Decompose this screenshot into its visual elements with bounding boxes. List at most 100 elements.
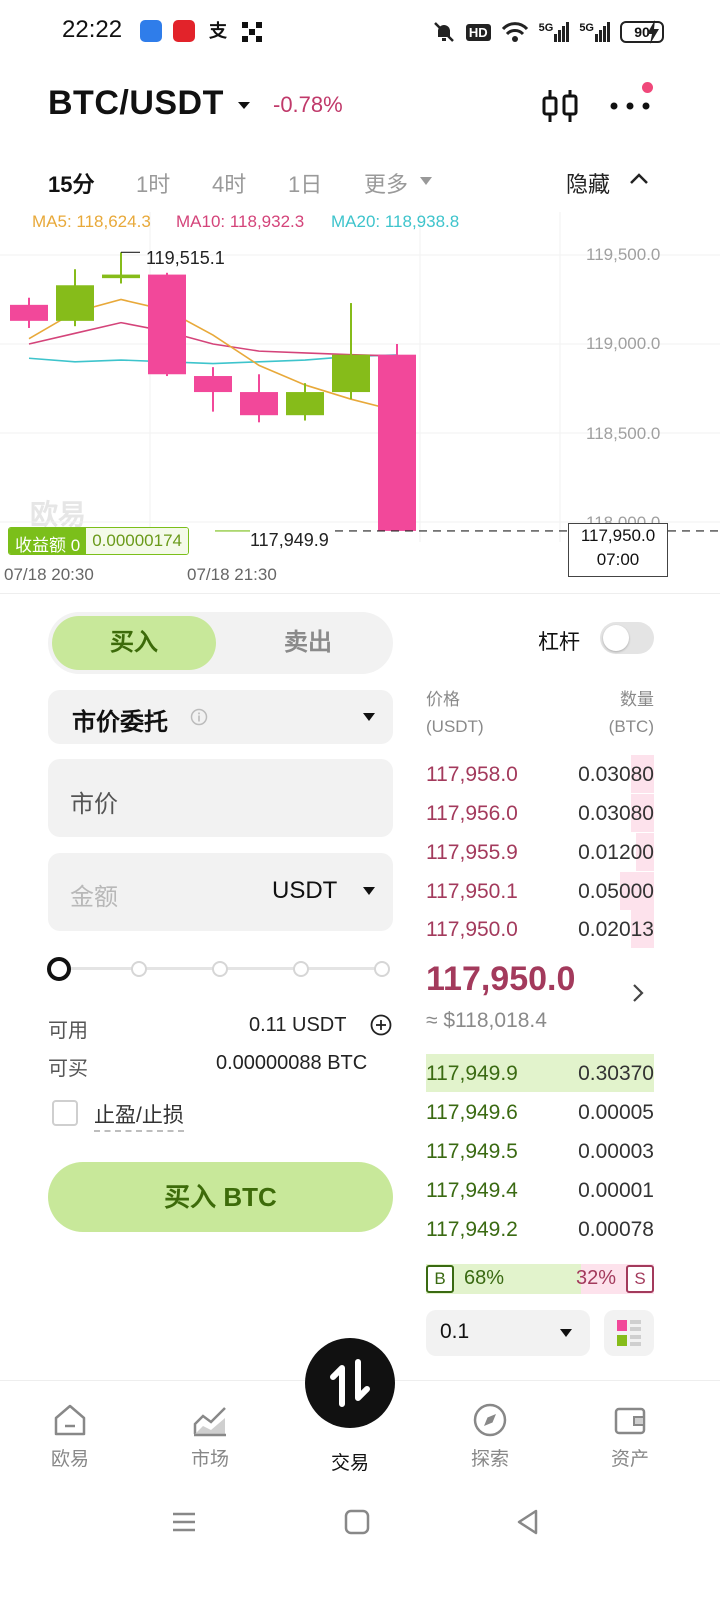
y-tick-label: 119,000.0 [586, 334, 661, 353]
bid-row[interactable]: 117,949.6 0.00005 [426, 1093, 654, 1131]
bid-price: 117,949.6 [426, 1101, 518, 1124]
mute-bell-icon [433, 22, 454, 42]
depth-step-value: 0.1 [440, 1320, 470, 1343]
nav-item-assets[interactable]: 资产 [580, 1400, 680, 1471]
tpsl-label[interactable]: 止盈/止损 [94, 1099, 184, 1132]
candlestick-chart-icon[interactable] [540, 88, 580, 124]
order-type-caret-icon[interactable] [363, 713, 375, 721]
nav-item-market[interactable]: 市场 [160, 1400, 260, 1471]
tab-more[interactable]: 更多 [364, 167, 408, 199]
trade-fab-button[interactable] [305, 1338, 395, 1428]
sell-ratio-percent: 32% [575, 1267, 616, 1289]
nav-item-okx[interactable]: 欧易 [20, 1400, 120, 1471]
info-icon[interactable] [190, 708, 208, 726]
ask-row[interactable]: 117,950.0 0.02013 [426, 910, 654, 948]
hd-badge: HD [465, 23, 491, 41]
tab-4h[interactable]: 4时 [212, 167, 246, 199]
status-bar: 22:22 支 HD 5G 5G 90 [0, 0, 720, 66]
wallet-icon [614, 1407, 646, 1435]
tab-1d[interactable]: 1日 [288, 167, 322, 199]
candle-down [148, 274, 186, 375]
bid-qty: 0.00005 [578, 1101, 654, 1124]
bid-row[interactable]: 117,949.4 0.00001 [426, 1171, 654, 1209]
chevron-right-icon[interactable] [630, 982, 646, 1004]
amount-slider-handle[interactable] [47, 957, 71, 981]
ask-price: 117,958.0 [426, 763, 518, 786]
tpsl-checkbox[interactable] [52, 1100, 78, 1126]
leverage-switch-knob[interactable] [603, 625, 629, 651]
ask-row[interactable]: 117,950.1 0.05000 [426, 872, 654, 910]
ask-qty: 0.01200 [578, 841, 654, 864]
slider-step-50[interactable] [212, 961, 228, 977]
swap-arrows-icon [330, 1359, 370, 1407]
home-icon [54, 1404, 86, 1436]
tab-1h[interactable]: 1时 [136, 167, 170, 199]
buy-ratio-percent: 68% [464, 1267, 505, 1289]
signal-5g-2: 5G [579, 22, 610, 42]
nav-item-explore[interactable]: 探索 [440, 1400, 540, 1471]
orderbook-layout-button[interactable] [604, 1310, 654, 1356]
price-field-label: 市价 [70, 791, 118, 818]
system-back-icon[interactable] [514, 1508, 542, 1536]
high-price-label: 119,515.1 [146, 248, 225, 268]
nav-label: 市场 [190, 1449, 229, 1470]
amount-unit-select[interactable]: USDT [272, 877, 337, 905]
market-chart-icon [193, 1407, 226, 1437]
buy-btc-button[interactable]: 买入 BTC [48, 1162, 393, 1232]
hide-chart-button[interactable]: 隐藏 [566, 167, 610, 199]
buy-tab[interactable]: 买入 [52, 616, 216, 670]
nav-label: 欧易 [50, 1449, 89, 1470]
status-right: HD 5G 5G 90 [432, 17, 664, 47]
depth-step-caret-icon[interactable] [560, 1329, 572, 1337]
slider-step-75[interactable] [293, 961, 309, 977]
candle-down [378, 354, 416, 531]
sell-tab[interactable]: 卖出 [226, 616, 390, 670]
qty-header-unit: (BTC) [608, 717, 654, 736]
candle-up [286, 392, 324, 416]
pnl-label: 收益额 0 [9, 528, 87, 554]
last-price-label: 117,949.9 [250, 530, 329, 550]
price-header-label: 价格 [426, 690, 460, 709]
ma20-legend: MA20: 118,938.8 [331, 212, 460, 231]
ask-row[interactable]: 117,955.9 0.01200 [426, 833, 654, 871]
y-tick-label: 118,500.0 [586, 424, 661, 443]
amount-unit-caret-icon[interactable] [363, 887, 375, 895]
system-home-icon[interactable] [343, 1508, 371, 1536]
system-menu-icon[interactable] [170, 1508, 198, 1536]
candle-down [194, 376, 232, 393]
tab-15m[interactable]: 15分 [48, 167, 94, 199]
nav-item-trade[interactable]: 交易 [300, 1444, 400, 1475]
buyable-label: 可买 [48, 1058, 88, 1080]
orderbook-mid-price[interactable]: 117,950.0 [426, 960, 575, 999]
more-options-icon[interactable] [608, 96, 652, 116]
bid-row[interactable]: 117,949.5 0.00003 [426, 1132, 654, 1170]
bid-price: 117,949.9 [426, 1062, 518, 1085]
ask-row[interactable]: 117,956.0 0.03080 [426, 794, 654, 832]
orderbook-qty-header: 数量 (BTC) [609, 686, 654, 740]
bid-row[interactable]: 117,949.2 0.00078 [426, 1210, 654, 1248]
deposit-plus-icon[interactable] [370, 1014, 392, 1036]
candle-up [332, 354, 370, 393]
buy-ratio-tag: B [426, 1265, 454, 1293]
bid-row[interactable]: 117,949.9 0.30370 [426, 1054, 654, 1092]
more-caret-icon[interactable] [420, 177, 432, 185]
available-label: 可用 [48, 1020, 88, 1042]
orderbook-layout-icon [617, 1320, 641, 1346]
chevron-up-icon[interactable] [628, 168, 650, 190]
pair-dropdown-caret-icon[interactable] [238, 102, 250, 109]
ask-row[interactable]: 117,958.0 0.03080 [426, 755, 654, 793]
amount-input-placeholder[interactable]: 金额 [70, 877, 118, 912]
available-value: 0.11 USDT [249, 1014, 347, 1036]
charging-bolt-icon [647, 20, 659, 44]
ma10-line [28, 321, 398, 357]
slider-step-25[interactable] [131, 961, 147, 977]
slider-step-100[interactable] [374, 961, 390, 977]
pnl-badge[interactable]: 收益额 0 0.00000174 [8, 527, 190, 555]
buy-sell-ratio-bar: B 68% 32% S [426, 1264, 654, 1294]
ask-qty: 0.05000 [578, 880, 654, 903]
status-time: 22:22 [62, 16, 123, 43]
pair-title[interactable]: BTC/USDT [48, 84, 224, 123]
candle-up [56, 285, 94, 321]
nav-label: 资产 [610, 1449, 649, 1470]
buyable-value: 0.00000088 BTC [216, 1052, 368, 1074]
